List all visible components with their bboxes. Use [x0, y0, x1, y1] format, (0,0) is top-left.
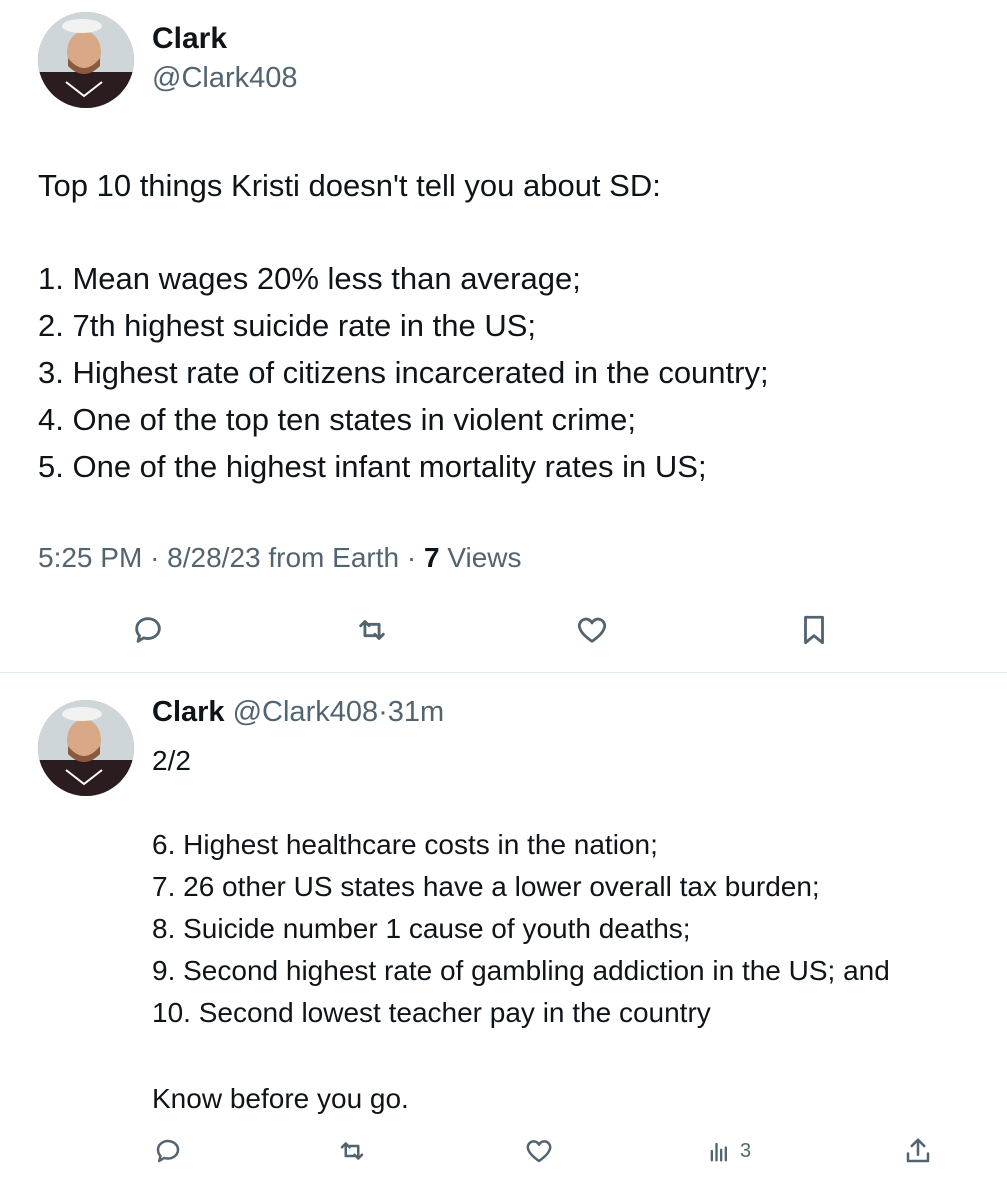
- tweet-time[interactable]: 5:25 PM: [38, 542, 142, 573]
- meta-separator: ·: [406, 542, 417, 573]
- tweet-list-item: 3. Highest rate of citizens incarcerated…: [38, 355, 769, 390]
- reply-header: Clark @Clark408·31m: [152, 696, 444, 729]
- reply-list-item: 9. Second highest rate of gambling addic…: [152, 955, 890, 986]
- reply-list-item: 10. Second lowest teacher pay in the cou…: [152, 997, 711, 1028]
- author-name[interactable]: Clark: [152, 22, 227, 56]
- meta-separator: ·: [378, 696, 388, 728]
- reply-time-ago[interactable]: 31m: [388, 696, 444, 728]
- reply-views-button[interactable]: 3: [706, 1133, 751, 1169]
- tweet-divider: [0, 672, 1007, 673]
- repost-icon: [340, 1142, 364, 1160]
- bookmark-button[interactable]: [794, 610, 834, 650]
- tweet-metadata: 5:25 PM · 8/28/23 from Earth · 7 Views: [38, 542, 522, 574]
- tweet-source: from Earth: [268, 542, 400, 573]
- reply-button[interactable]: [128, 610, 168, 650]
- reply-list-item: 7. 26 other US states have a lower overa…: [152, 871, 820, 902]
- like-button[interactable]: [572, 610, 612, 650]
- reply-reply-button[interactable]: [150, 1133, 186, 1169]
- reply-icon: [135, 617, 161, 643]
- meta-separator: ·: [150, 542, 160, 573]
- author-avatar[interactable]: [38, 12, 134, 108]
- share-button[interactable]: [900, 1133, 936, 1169]
- reply-first-line: 2/2: [152, 745, 191, 776]
- repost-icon: [359, 620, 385, 640]
- reply-closing: Know before you go.: [152, 1083, 409, 1114]
- tweet-list-item: 4. One of the top ten states in violent …: [38, 402, 636, 437]
- reply-author-handle[interactable]: @Clark408: [233, 696, 379, 728]
- tweet-date[interactable]: 8/28/23: [167, 542, 260, 573]
- tweet-list: 1. Mean wages 20% less than average; 2. …: [38, 255, 769, 490]
- reply-author-name[interactable]: Clark: [152, 696, 225, 728]
- repost-button[interactable]: [352, 610, 392, 650]
- tweet-list-item: 1. Mean wages 20% less than average;: [38, 261, 581, 296]
- reply-list-item: 8. Suicide number 1 cause of youth death…: [152, 913, 691, 944]
- author-handle[interactable]: @Clark408: [152, 62, 298, 95]
- reply-views-count: 3: [740, 1139, 752, 1162]
- reply-repost-button[interactable]: [334, 1133, 370, 1169]
- heart-icon: [577, 617, 607, 643]
- tweet-intro: Top 10 things Kristi doesn't tell you ab…: [38, 168, 661, 203]
- tweet-list-item: 5. One of the highest infant mortality r…: [38, 449, 707, 484]
- reply-list-item: 6. Highest healthcare costs in the natio…: [152, 829, 658, 860]
- tweet-list-item: 2. 7th highest suicide rate in the US;: [38, 308, 537, 343]
- views-count[interactable]: 7: [424, 542, 440, 573]
- views-chart-icon: [706, 1137, 734, 1165]
- share-icon: [906, 1138, 930, 1163]
- bookmark-icon: [804, 615, 824, 645]
- reply-list: 6. Highest healthcare costs in the natio…: [152, 824, 890, 1034]
- heart-icon: [526, 1140, 552, 1163]
- reply-like-button[interactable]: [521, 1133, 557, 1169]
- reply-author-avatar[interactable]: [38, 700, 134, 796]
- views-label[interactable]: Views: [447, 542, 521, 573]
- reply-icon: [156, 1139, 180, 1163]
